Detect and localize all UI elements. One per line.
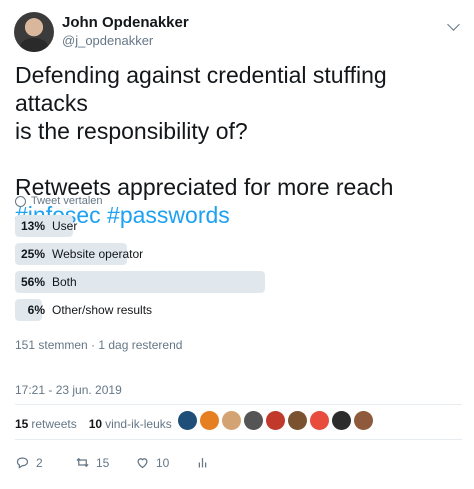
reply-button[interactable]: 2 [15, 455, 75, 470]
poll-percent: 25% [20, 247, 45, 261]
liker-avatar[interactable] [332, 411, 351, 430]
poll-label: Both [52, 275, 77, 289]
tweet-text-line-1: Defending against credential stuffing at… [15, 62, 387, 116]
liker-avatars [178, 411, 373, 430]
poll-label: User [52, 219, 78, 233]
author-avatar[interactable] [14, 12, 54, 52]
chevron-down-icon[interactable] [447, 18, 460, 31]
poll-percent: 6% [27, 303, 45, 317]
timestamp[interactable]: 17:21 - 23 jun. 2019 [15, 383, 122, 397]
like-button[interactable]: 10 [135, 455, 195, 470]
divider [15, 404, 462, 405]
reply-count: 2 [36, 455, 43, 470]
divider [15, 439, 462, 440]
tweet-card: John Opdenakker @j_opdenakker Defending … [0, 0, 474, 489]
liker-avatar[interactable] [310, 411, 329, 430]
poll-meta: 151 stemmen · 1 dag resterend [15, 338, 183, 352]
translate-tweet-link[interactable]: Tweet vertalen [15, 195, 103, 207]
retweet-count: 15 [96, 455, 110, 470]
poll-percent: 56% [20, 275, 45, 289]
like-count: 10 [156, 455, 170, 470]
tweet-text-line-2: is the responsibility of? [15, 118, 248, 144]
liker-avatar[interactable] [244, 411, 263, 430]
retweet-icon [76, 457, 89, 468]
tweet-actions: 2 15 10 [15, 455, 255, 470]
retweet-button[interactable]: 15 [75, 455, 135, 470]
liker-avatar[interactable] [354, 411, 373, 430]
poll-label: Website operator [52, 247, 144, 261]
retweets-stat[interactable]: 15 retweets [15, 417, 77, 431]
analytics-button[interactable] [195, 455, 255, 470]
poll-option: 6% Other/show results [15, 299, 465, 321]
engagement-stats: 15 retweets 10 vind-ik-leuks [15, 417, 172, 431]
heart-icon [137, 458, 148, 469]
liker-avatar[interactable] [200, 411, 219, 430]
author-name[interactable]: John Opdenakker [62, 14, 189, 31]
reply-icon [16, 457, 29, 469]
liker-avatar[interactable] [178, 411, 197, 430]
poll-option: 56% Both [15, 271, 465, 293]
liker-avatar[interactable] [222, 411, 241, 430]
likes-stat[interactable]: 10 vind-ik-leuks [89, 417, 172, 431]
translate-label: Tweet vertalen [31, 195, 103, 207]
liker-avatar[interactable] [266, 411, 285, 430]
liker-avatar[interactable] [288, 411, 307, 430]
globe-icon [15, 195, 26, 207]
poll-option: 13% User [15, 215, 465, 237]
poll-label: Other/show results [52, 303, 153, 317]
author-handle[interactable]: @j_opdenakker [62, 33, 153, 48]
poll-percent: 13% [20, 219, 45, 233]
analytics-icon [198, 458, 207, 468]
poll-option: 25% Website operator [15, 243, 465, 265]
